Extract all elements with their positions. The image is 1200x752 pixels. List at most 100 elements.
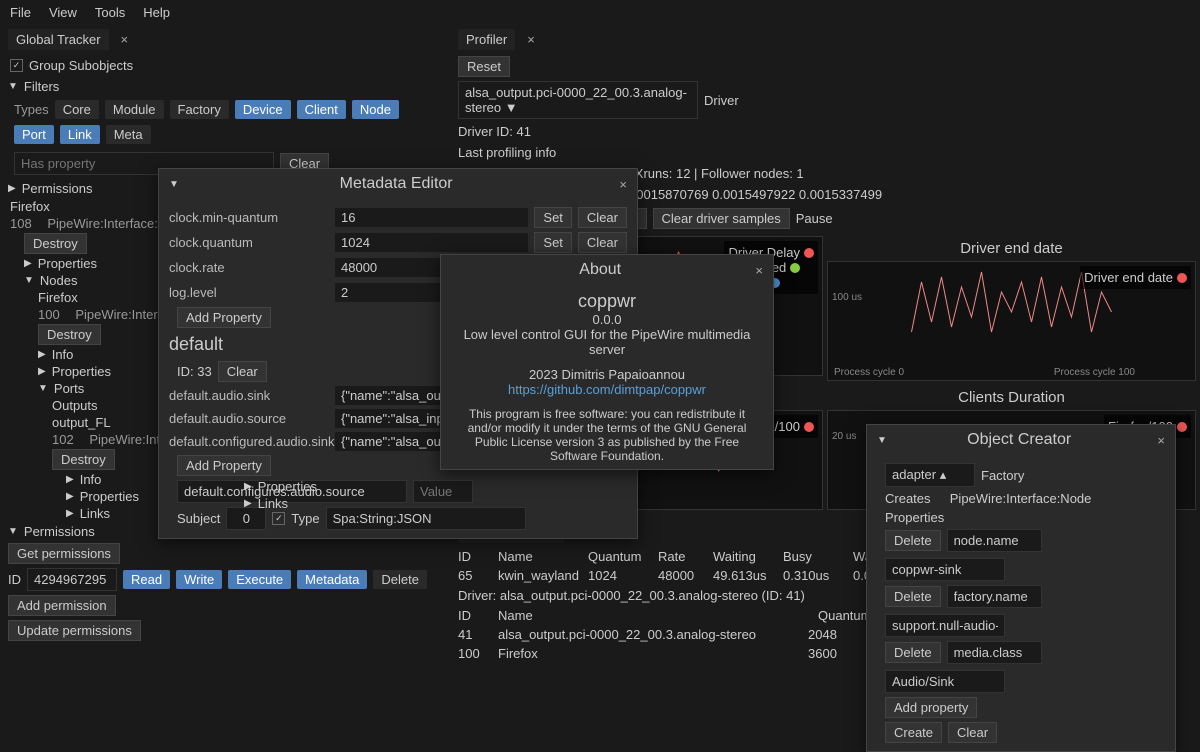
reset-button[interactable]: Reset bbox=[458, 56, 510, 77]
menu-file[interactable]: File bbox=[10, 5, 31, 20]
chevron-down-icon[interactable]: ▼ bbox=[169, 179, 179, 190]
tree-links[interactable]: Links bbox=[80, 506, 110, 521]
add-property-button[interactable]: Add Property bbox=[177, 307, 271, 328]
delete-button[interactable]: Delete bbox=[885, 642, 941, 663]
perm-delete[interactable]: Delete bbox=[373, 570, 427, 589]
perm-metadata[interactable]: Metadata bbox=[297, 570, 367, 589]
prop-value[interactable] bbox=[885, 558, 1005, 581]
tree-info[interactable]: Info bbox=[52, 347, 74, 362]
about-window: About × coppwr 0.0.0 Low level control G… bbox=[440, 254, 774, 470]
prop-key[interactable] bbox=[947, 529, 1042, 552]
filter-node[interactable]: Node bbox=[352, 100, 399, 119]
checkbox-group-subobjects[interactable]: ✓ bbox=[10, 59, 23, 72]
tree-fragment: ▶ Properties ▶ Links bbox=[244, 478, 317, 512]
destroy-button[interactable]: Destroy bbox=[24, 233, 87, 254]
permissions-header: Permissions bbox=[22, 181, 93, 196]
type-checkbox[interactable]: ✓ bbox=[272, 512, 285, 525]
prop-key[interactable] bbox=[947, 641, 1042, 664]
set-button[interactable]: Set bbox=[534, 207, 572, 228]
chevron-right-icon[interactable]: ▶ bbox=[66, 491, 74, 502]
value-input[interactable] bbox=[413, 480, 473, 503]
label-group-subobjects: Group Subobjects bbox=[29, 58, 133, 73]
prop-value[interactable] bbox=[885, 614, 1005, 637]
github-link[interactable]: https://github.com/dimtpap/coppwr bbox=[508, 382, 706, 397]
destroy-button[interactable]: Destroy bbox=[38, 324, 101, 345]
tree-info[interactable]: Info bbox=[80, 472, 102, 487]
chevron-right-icon[interactable]: ▶ bbox=[66, 474, 74, 485]
tree-properties[interactable]: Properties bbox=[80, 489, 139, 504]
perm-write[interactable]: Write bbox=[176, 570, 222, 589]
tree-output-fl[interactable]: output_FL bbox=[52, 415, 111, 430]
clear-button[interactable]: Clear bbox=[218, 361, 267, 382]
creates-label: Creates bbox=[885, 491, 931, 506]
clear-button[interactable]: Clear bbox=[578, 207, 627, 228]
tree-properties[interactable]: Properties bbox=[52, 364, 111, 379]
delete-button[interactable]: Delete bbox=[885, 586, 941, 607]
chevron-down-icon[interactable]: ▼ bbox=[8, 81, 18, 92]
filter-core[interactable]: Core bbox=[55, 100, 99, 119]
filter-port[interactable]: Port bbox=[14, 125, 54, 144]
tree-properties[interactable]: Properties bbox=[258, 479, 317, 494]
permission-id[interactable]: 4294967295 bbox=[27, 568, 117, 591]
prop-key[interactable] bbox=[947, 585, 1042, 608]
type-input[interactable] bbox=[326, 507, 526, 530]
perm-execute[interactable]: Execute bbox=[228, 570, 291, 589]
chevron-down-icon[interactable]: ▼ bbox=[38, 383, 48, 394]
factory-select[interactable]: adapter ▴ bbox=[885, 463, 975, 487]
meta-value[interactable]: 1024 bbox=[335, 233, 528, 252]
meta-value[interactable]: 16 bbox=[335, 208, 528, 227]
tree-nodes[interactable]: Nodes bbox=[40, 273, 78, 288]
chevron-right-icon[interactable]: ▶ bbox=[24, 258, 32, 269]
chevron-down-icon[interactable]: ▼ bbox=[24, 275, 34, 286]
destroy-button[interactable]: Destroy bbox=[52, 449, 115, 470]
tree-outputs: Outputs bbox=[52, 398, 98, 413]
type-label: Type bbox=[291, 511, 319, 526]
filter-client[interactable]: Client bbox=[297, 100, 346, 119]
prop-value[interactable] bbox=[885, 670, 1005, 693]
tree-ports[interactable]: Ports bbox=[54, 381, 84, 396]
chevron-right-icon[interactable]: ▶ bbox=[66, 508, 74, 519]
perm-read[interactable]: Read bbox=[123, 570, 170, 589]
update-permissions-button[interactable]: Update permissions bbox=[8, 620, 141, 641]
tree-links[interactable]: Links bbox=[258, 496, 288, 511]
filter-device[interactable]: Device bbox=[235, 100, 291, 119]
chevron-right-icon[interactable]: ▶ bbox=[38, 349, 46, 360]
clear-button[interactable]: Clear bbox=[578, 232, 627, 253]
chevron-right-icon[interactable]: ▶ bbox=[38, 366, 46, 377]
menu-tools[interactable]: Tools bbox=[95, 5, 125, 20]
create-button[interactable]: Create bbox=[885, 722, 942, 743]
menu-view[interactable]: View bbox=[49, 5, 77, 20]
chevron-down-icon[interactable]: ▼ bbox=[8, 526, 18, 537]
chevron-right-icon[interactable]: ▶ bbox=[8, 183, 16, 194]
menu-help[interactable]: Help bbox=[143, 5, 170, 20]
tree-firefox[interactable]: Firefox bbox=[10, 199, 50, 214]
get-permissions-button[interactable]: Get permissions bbox=[8, 543, 120, 564]
tab-global-tracker[interactable]: Global Tracker bbox=[8, 29, 109, 50]
close-icon[interactable]: × bbox=[527, 32, 535, 47]
clear-driver-samples-button[interactable]: Clear driver samples bbox=[653, 208, 790, 229]
filter-link[interactable]: Link bbox=[60, 125, 100, 144]
clear-button[interactable]: Clear bbox=[948, 722, 997, 743]
add-property-button[interactable]: Add Property bbox=[177, 455, 271, 476]
tab-profiler[interactable]: Profiler bbox=[458, 29, 515, 50]
tree-properties[interactable]: Properties bbox=[38, 256, 97, 271]
driver-select[interactable]: alsa_output.pci-0000_22_00.3.analog-ster… bbox=[458, 81, 698, 119]
chevron-down-icon[interactable]: ▼ bbox=[877, 435, 887, 446]
add-property-button[interactable]: Add property bbox=[885, 697, 977, 718]
filter-module[interactable]: Module bbox=[105, 100, 164, 119]
chevron-right-icon[interactable]: ▶ bbox=[244, 498, 252, 509]
close-icon[interactable]: × bbox=[121, 32, 129, 47]
chevron-right-icon[interactable]: ▶ bbox=[244, 481, 252, 492]
types-label: Types bbox=[14, 102, 49, 117]
set-button[interactable]: Set bbox=[534, 232, 572, 253]
close-icon[interactable]: × bbox=[1157, 433, 1165, 448]
filter-factory[interactable]: Factory bbox=[170, 100, 229, 119]
pause-button[interactable]: Pause bbox=[796, 211, 833, 226]
filter-metadata[interactable]: Meta bbox=[106, 125, 151, 144]
close-icon[interactable]: × bbox=[619, 177, 627, 192]
add-permission-button[interactable]: Add permission bbox=[8, 595, 116, 616]
close-icon[interactable]: × bbox=[755, 263, 763, 278]
tree-node-firefox[interactable]: Firefox bbox=[38, 290, 78, 305]
window-title: About bbox=[451, 261, 749, 279]
delete-button[interactable]: Delete bbox=[885, 530, 941, 551]
